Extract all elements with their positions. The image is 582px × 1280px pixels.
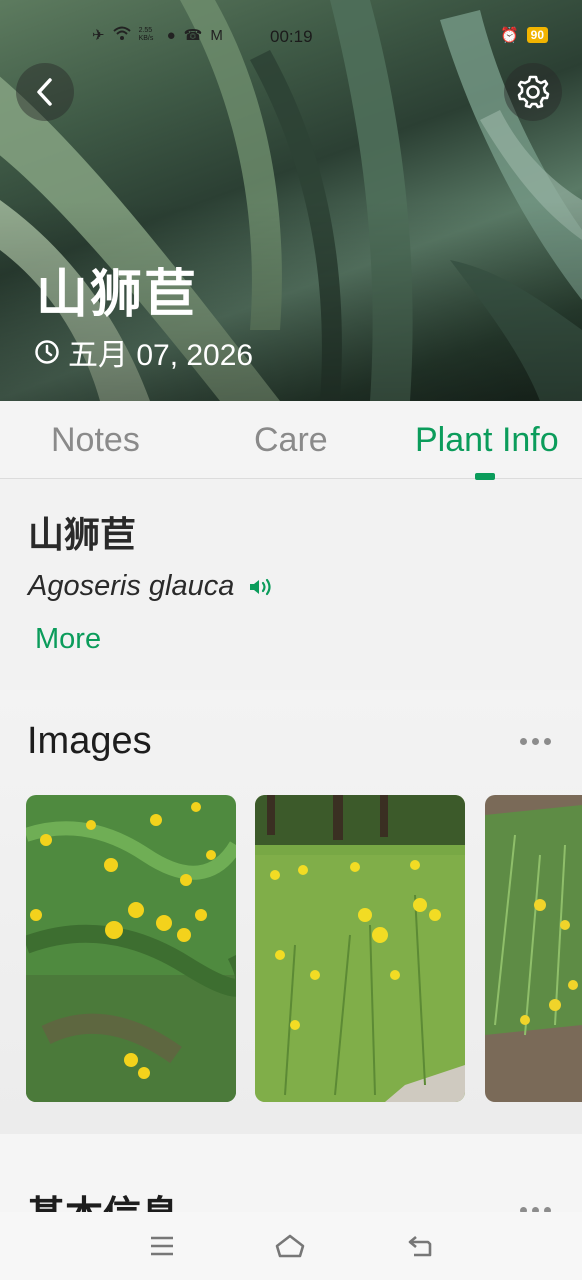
menu-icon [151,1236,173,1256]
alarm-icon: ⏰ [499,27,519,44]
settings-button[interactable] [504,63,562,121]
date-label: 五月 07, 2026 [68,339,254,372]
back-nav-button[interactable] [400,1230,440,1262]
home-icon [275,1234,305,1258]
net-speed: 2.55 KB/s [138,27,154,42]
status-icons-right: ⏰ 90 [500,26,548,44]
back-button[interactable] [16,63,74,121]
date-row: 五月 07, 2026 [34,330,253,374]
chevron-left-icon [37,78,52,106]
airplane-icon: ✈ [92,27,105,44]
hero-image: ✈ 2.55 KB/s ● ☎ M 00:19 ⏰ 90 山狮苣 五月 07, … [0,0,582,401]
status-icons-left: ✈ 2.55 KB/s ● ☎ M [92,26,223,45]
images-more-icon[interactable] [520,738,551,745]
mail-icon: M [210,26,223,44]
page-title: 山狮苣 [36,266,199,324]
tab-notes[interactable]: Notes [51,421,140,460]
battery-indicator: 90 [526,27,548,43]
active-tab-indicator [475,473,495,480]
scientific-name-row: Agoseris glauca [28,570,274,603]
plant-common-name: 山狮苣 [28,514,137,555]
status-bar: ✈ 2.55 KB/s ● ☎ M 00:19 ⏰ 90 [0,26,582,48]
plant-detail-screen: ✈ 2.55 KB/s ● ☎ M 00:19 ⏰ 90 山狮苣 五月 07, … [0,0,582,1280]
chat-icon: ● [166,26,176,44]
wifi-icon [112,26,131,44]
tab-plant-info[interactable]: Plant Info [415,421,559,460]
gear-icon [517,75,550,109]
home-nav-button[interactable] [270,1230,310,1262]
images-section-title: Images [27,720,152,762]
plant-image-3[interactable] [485,795,582,1102]
more-link[interactable]: More [35,623,101,656]
plant-scientific-name: Agoseris glauca [28,570,235,602]
return-icon [408,1236,432,1257]
plant-image-1[interactable] [26,795,236,1102]
speaker-icon[interactable] [248,576,274,598]
menu-nav-button[interactable] [142,1230,182,1262]
phone-icon: ☎ [183,27,203,44]
plant-image-2[interactable] [255,795,465,1102]
tab-bar: Notes Care Plant Info [0,401,582,480]
tab-care[interactable]: Care [254,421,328,460]
clock-icon [35,340,59,364]
system-nav-bar [0,1212,582,1280]
status-time: 00:19 [270,27,313,46]
